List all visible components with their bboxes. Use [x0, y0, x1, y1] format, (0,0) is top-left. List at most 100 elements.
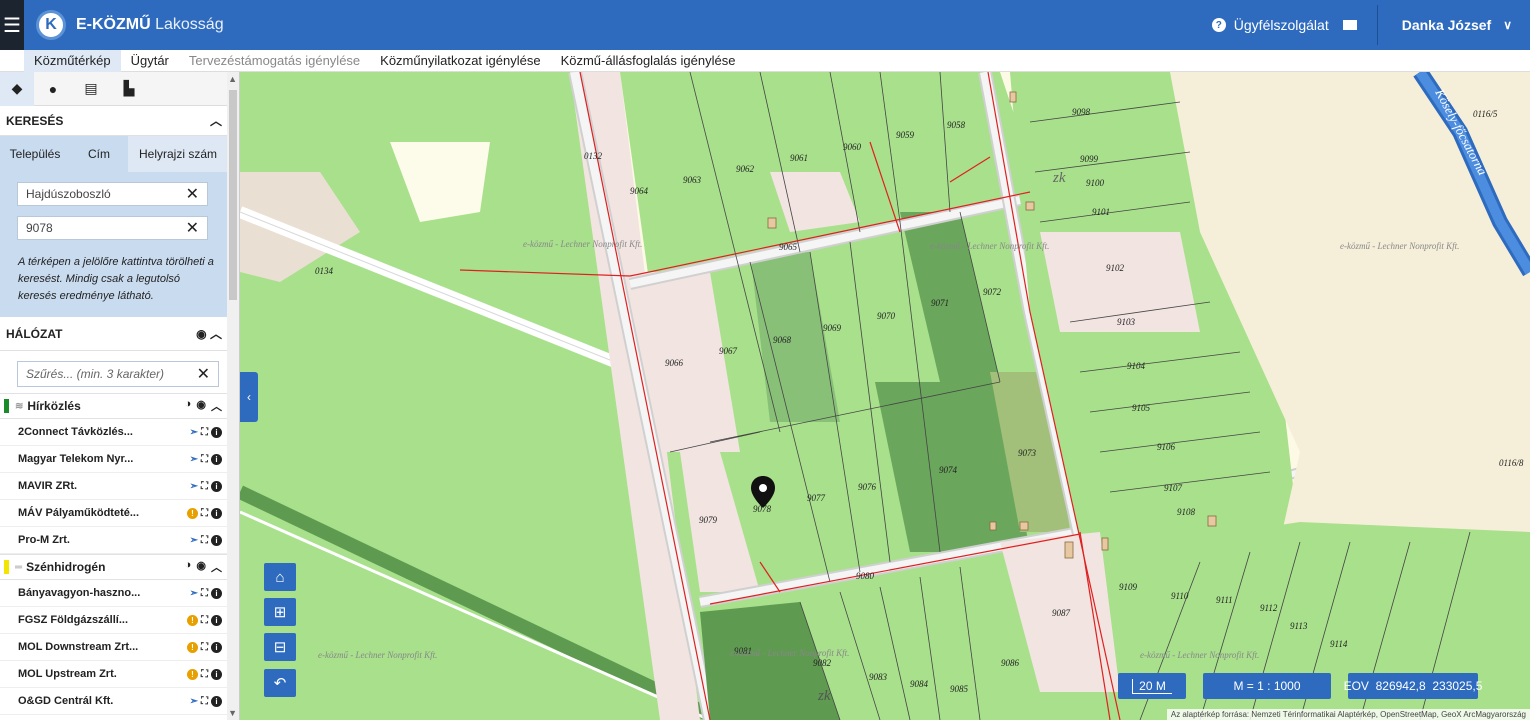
expand-icon[interactable]: ⛶ — [201, 615, 208, 626]
settlement-field[interactable]: Hajdúszoboszló ✕ — [17, 182, 208, 206]
warning-icon[interactable]: ! — [187, 641, 198, 653]
info-icon[interactable]: i — [211, 695, 222, 707]
network-item[interactable]: Magyar Telekom Nyr... ➣ ⛶ i — [0, 446, 228, 473]
expand-icon[interactable]: ⛶ — [201, 427, 208, 438]
contrast-icon[interactable]: ◑ — [185, 559, 192, 575]
collapse-sidebar-button[interactable]: ‹ — [240, 372, 258, 422]
eye-icon[interactable]: ◉ — [196, 327, 206, 341]
mail-icon[interactable] — [1342, 20, 1357, 30]
chevron-up-icon[interactable]: ︿ — [210, 327, 222, 341]
network-item[interactable]: 2Connect Távközlés... ➣ ⛶ i — [0, 419, 228, 446]
scale-bar: 20 M — [1118, 673, 1186, 699]
home-button[interactable]: ⌂ — [264, 563, 296, 591]
svg-text:9083: 9083 — [869, 672, 888, 682]
plus-icon: ⊞ — [273, 604, 287, 621]
svg-text:9084: 9084 — [910, 679, 929, 689]
menu-item-tervezestamogatas[interactable]: Tervezéstámogatás igénylése — [179, 50, 370, 72]
clear-icon[interactable]: ✕ — [186, 184, 199, 204]
expand-icon[interactable]: ⛶ — [201, 481, 208, 492]
undo-button[interactable]: ↶ — [264, 669, 296, 697]
svg-text:9110: 9110 — [1171, 591, 1189, 601]
info-icon[interactable]: i — [211, 614, 222, 626]
network-item[interactable]: FGSZ Földgázszállí...! ⛶ i — [0, 607, 228, 634]
svg-text:9071: 9071 — [931, 298, 949, 308]
tab-cim[interactable]: Cím — [70, 136, 128, 172]
network-group[interactable]: ═ Szénhidrogén ◑ ◉ ︿ — [0, 554, 228, 580]
network-item[interactable]: MOL Downstream Zrt...! ⛶ i — [0, 634, 228, 661]
svg-text:0116/5: 0116/5 — [1473, 109, 1498, 119]
route-icon[interactable]: ➣ — [190, 481, 198, 492]
eye-icon[interactable]: ◉ — [196, 559, 206, 575]
svg-text:9079: 9079 — [699, 515, 718, 525]
search-panel: Település Cím Helyrajzi szám Hajdúszobos… — [0, 136, 228, 317]
top-bar: ☰ K E-KÖZMŰ Lakosság ? Ügyfélszolgálat D… — [0, 0, 1530, 50]
route-icon[interactable]: ➣ — [190, 696, 198, 707]
network-item[interactable]: O&GD Centrál Kft. ➣ ⛶ i — [0, 688, 228, 715]
user-menu[interactable]: Danka József ∨ — [1376, 5, 1530, 45]
network-item[interactable]: MOL Upstream Zrt.! ⛶ i — [0, 661, 228, 688]
svg-text:9064: 9064 — [630, 186, 649, 196]
svg-text:9114: 9114 — [1330, 639, 1348, 649]
map-svg: 9098 0116/5 9099 9100 9101 9102 9103 9104 9105 91… — [240, 72, 1530, 720]
network-item[interactable]: MAVIR ZRt. ➣ ⛶ i — [0, 473, 228, 500]
expand-icon[interactable]: ⛶ — [201, 642, 208, 653]
network-filter-input[interactable]: Szűrés... (min. 3 karakter) ✕ — [17, 361, 219, 387]
help-link[interactable]: ? Ügyfélszolgálat — [1211, 17, 1377, 33]
svg-text:9109: 9109 — [1119, 582, 1138, 592]
expand-icon[interactable]: ⛶ — [201, 588, 208, 599]
warning-icon[interactable]: ! — [187, 507, 198, 519]
info-icon[interactable]: i — [211, 534, 222, 546]
parcel-number-field[interactable]: 9078 ✕ — [17, 216, 208, 240]
menu-item-kozmunyilatkozat[interactable]: Közműnyilatkozat igénylése — [370, 50, 550, 72]
measure-icon[interactable]: ▙ — [110, 72, 148, 106]
menu-item-kozmuterkep[interactable]: Közműtérkép — [24, 49, 121, 72]
hamburger-menu-icon[interactable]: ☰ — [0, 0, 24, 50]
contrast-icon[interactable]: ◑ — [185, 398, 192, 414]
info-icon[interactable]: i — [211, 480, 222, 492]
chevron-up-icon[interactable]: ︿ — [211, 559, 222, 575]
zoom-out-button[interactable]: ⊟ — [264, 633, 296, 661]
print-icon[interactable]: ▤ — [72, 72, 110, 106]
svg-text:9082: 9082 — [813, 658, 832, 668]
expand-icon[interactable]: ⛶ — [201, 508, 208, 519]
main-menu: Közműtérkép Ügytár Tervezéstámogatás igé… — [0, 49, 1530, 72]
scale-ratio[interactable]: M = 1 : 1000 — [1203, 673, 1331, 699]
info-icon[interactable]: i — [211, 426, 222, 438]
route-icon[interactable]: ➣ — [190, 454, 198, 465]
route-icon[interactable]: ➣ — [190, 588, 198, 599]
menu-item-ugytar[interactable]: Ügytár — [121, 50, 179, 72]
network-item[interactable]: MÁV Pályaműködteté...! ⛶ i — [0, 500, 228, 527]
info-icon[interactable]: i — [211, 641, 222, 653]
expand-icon[interactable]: ⛶ — [201, 669, 208, 680]
network-item[interactable]: Bányavagyon-haszno... ➣ ⛶ i — [0, 580, 228, 607]
route-icon[interactable]: ➣ — [190, 427, 198, 438]
warning-icon[interactable]: ! — [187, 614, 198, 626]
network-section-header[interactable]: HÁLÓZAT ◉ ︿ — [0, 317, 228, 351]
info-icon[interactable]: i — [211, 453, 222, 465]
info-icon[interactable]: i — [211, 668, 222, 680]
layers-icon[interactable]: ◆ — [0, 72, 34, 106]
network-group[interactable]: ≋ Hírközlés ◑ ◉ ︿ — [0, 393, 228, 419]
info-icon[interactable]: i — [211, 507, 222, 519]
expand-icon[interactable]: ⛶ — [201, 454, 208, 465]
chevron-up-icon[interactable]: ︿ — [211, 398, 222, 414]
map-canvas[interactable]: 9098 0116/5 9099 9100 9101 9102 9103 9104 9105 91… — [240, 72, 1530, 720]
network-item[interactable]: Pro-M Zrt. ➣ ⛶ i — [0, 527, 228, 554]
sidebar-scrollbar[interactable]: ▲ ▼ — [227, 72, 239, 720]
eov-coordinates: EOV 826942,8 233025,5 — [1344, 673, 1482, 699]
info-icon[interactable]: i — [211, 587, 222, 599]
tab-helyrajzi-szam[interactable]: Helyrajzi szám — [128, 136, 228, 172]
clear-icon[interactable]: ✕ — [186, 218, 199, 238]
tab-telepules[interactable]: Település — [0, 136, 70, 172]
eye-icon[interactable]: ◉ — [196, 398, 206, 414]
clear-icon[interactable]: ✕ — [197, 364, 210, 384]
svg-text:9080: 9080 — [856, 571, 875, 581]
expand-icon[interactable]: ⛶ — [201, 696, 208, 707]
route-icon[interactable]: ➣ — [190, 535, 198, 546]
expand-icon[interactable]: ⛶ — [201, 535, 208, 546]
search-section-header[interactable]: KERESÉS ︿ — [0, 106, 228, 136]
zoom-in-button[interactable]: ⊞ — [264, 598, 296, 626]
menu-item-kozmu-allasfoglalas[interactable]: Közmű-állásfoglalás igénylése — [551, 50, 746, 72]
warning-icon[interactable]: ! — [187, 668, 198, 680]
info-icon[interactable]: ● — [34, 72, 72, 106]
